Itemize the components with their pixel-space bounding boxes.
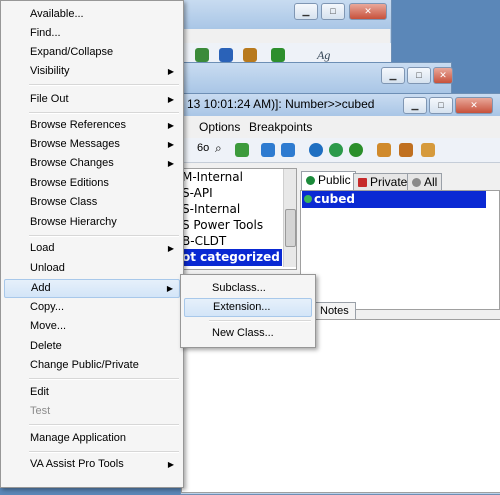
menu-item-file-out[interactable]: File Out ▶: [4, 90, 180, 109]
menu-item-browse-editions[interactable]: Browse Editions: [4, 174, 180, 193]
menu-item-available[interactable]: Available...: [4, 5, 180, 24]
hierarchy-icon[interactable]: [261, 143, 275, 157]
hierarchy-icon[interactable]: [281, 143, 295, 157]
menu-breakpoints[interactable]: Breakpoints: [249, 120, 312, 134]
tab-public[interactable]: Public: [301, 171, 356, 191]
menu-bar: Options Breakpoints: [181, 118, 500, 136]
context-menu: Available... Find... Expand/Collapse Vis…: [0, 0, 184, 488]
menu-item-browse-messages[interactable]: Browse Messages ▶: [4, 135, 180, 154]
grid-icon[interactable]: [399, 143, 413, 157]
list-item[interactable]: M-Internal: [182, 169, 243, 186]
method-item-selected[interactable]: cubed: [302, 191, 486, 208]
menu-item-expand-collapse[interactable]: Expand/Collapse: [4, 43, 180, 62]
method-list[interactable]: cubed: [300, 190, 500, 310]
tab-all[interactable]: All: [407, 173, 443, 191]
menu-item-move[interactable]: Move...: [4, 317, 180, 336]
menu-separator: [29, 235, 179, 237]
scrollbar[interactable]: [283, 169, 296, 267]
toolbar: 6o ⌕: [181, 138, 500, 163]
minimize-button[interactable]: ▁: [381, 67, 405, 84]
menu-item-browse-references[interactable]: Browse References ▶: [4, 116, 180, 135]
list-item[interactable]: S Power Tools: [182, 217, 263, 234]
menu-item-manage-application[interactable]: Manage Application: [4, 429, 180, 448]
bug-icon[interactable]: [235, 143, 249, 157]
tab-notes[interactable]: Notes: [313, 302, 356, 319]
search-icon[interactable]: ⌕: [215, 141, 222, 156]
submenu-arrow-icon: ▶: [167, 95, 174, 104]
close-button[interactable]: ✕: [349, 3, 387, 20]
method-tabs: Public Private All: [301, 171, 497, 191]
submenu-arrow-icon: ▶: [167, 67, 174, 76]
public-icon: [306, 176, 315, 185]
font-icon[interactable]: Ag: [317, 48, 330, 63]
toolbar-icon[interactable]: [195, 48, 209, 62]
menu-item-load[interactable]: Load ▶: [4, 239, 180, 258]
globe-icon[interactable]: [309, 143, 323, 157]
menu-item-new-class[interactable]: New Class...: [184, 324, 312, 343]
grid-icon[interactable]: [377, 143, 391, 157]
menu-item-browse-hierarchy[interactable]: Browse Hierarchy: [4, 213, 180, 232]
submenu-arrow-icon: ▶: [167, 460, 174, 469]
menu-separator: [29, 112, 179, 114]
toolbar-icon[interactable]: [219, 48, 233, 62]
category-list[interactable]: M-Internal S-API S-Internal S Power Tool…: [181, 168, 297, 270]
toolbar-icon[interactable]: [243, 48, 257, 62]
grid-icon[interactable]: [421, 143, 435, 157]
menu-item-test: Test: [30, 405, 51, 417]
submenu-arrow-icon: ▶: [167, 244, 174, 253]
menu-item-add[interactable]: Add ▶: [4, 279, 180, 298]
submenu-arrow-icon: ▶: [167, 159, 174, 168]
scrollbar-thumb[interactable]: [285, 209, 296, 247]
menu-item-visibility[interactable]: Visibility ▶: [4, 62, 180, 81]
minimize-button[interactable]: ▁: [294, 3, 318, 20]
menu-item-va-assist-pro-tools[interactable]: VA Assist Pro Tools ▶: [4, 455, 180, 474]
menu-item-find[interactable]: Find...: [4, 24, 180, 43]
menu-separator: [29, 378, 179, 380]
maximize-button[interactable]: □: [407, 67, 431, 84]
close-button[interactable]: ✕: [455, 97, 493, 114]
close-button[interactable]: ✕: [433, 67, 453, 84]
menu-item-browse-changes[interactable]: Browse Changes ▶: [4, 154, 180, 173]
menu-item-browse-class[interactable]: Browse Class: [4, 193, 180, 212]
submenu-arrow-icon: ▶: [166, 284, 173, 293]
list-item[interactable]: S-API: [182, 185, 213, 202]
menu-options[interactable]: Options: [199, 120, 240, 134]
list-item[interactable]: B-CLDT: [182, 233, 226, 250]
tab-private[interactable]: Private: [353, 173, 413, 191]
menu-item-subclass[interactable]: Subclass...: [184, 279, 312, 298]
menu-item-extension[interactable]: Extension...: [184, 298, 312, 317]
all-icon: [412, 178, 421, 187]
maximize-button[interactable]: □: [321, 3, 345, 20]
menu-separator: [29, 84, 179, 86]
submenu-arrow-icon: ▶: [167, 140, 174, 149]
glasses-icon[interactable]: 6o: [197, 142, 209, 154]
toolbar-icon[interactable]: [271, 48, 285, 62]
list-item-selected[interactable]: ot categorized: [182, 249, 282, 266]
menu-item-unload[interactable]: Unload: [4, 259, 180, 278]
list-item[interactable]: S-Internal: [182, 201, 240, 218]
method-icon: [304, 195, 312, 203]
add-submenu: Subclass... Extension... New Class...: [180, 274, 316, 348]
menu-item-edit[interactable]: Edit: [4, 383, 180, 402]
menu-item-delete[interactable]: Delete: [4, 337, 180, 356]
private-icon: [358, 178, 367, 187]
menu-item-change-public-private[interactable]: Change Public/Private: [4, 356, 180, 375]
submenu-arrow-icon: ▶: [167, 121, 174, 130]
menu-separator: [29, 451, 179, 453]
background-window-1: ▁ □ ✕ Ag: [180, 0, 392, 70]
menu-separator: [29, 424, 179, 426]
refresh-icon[interactable]: [349, 143, 363, 157]
minimize-button[interactable]: ▁: [403, 97, 427, 114]
menu-separator: [209, 320, 311, 322]
maximize-button[interactable]: □: [429, 97, 453, 114]
menu-item-copy[interactable]: Copy...: [4, 298, 180, 317]
method-icon[interactable]: [329, 143, 343, 157]
